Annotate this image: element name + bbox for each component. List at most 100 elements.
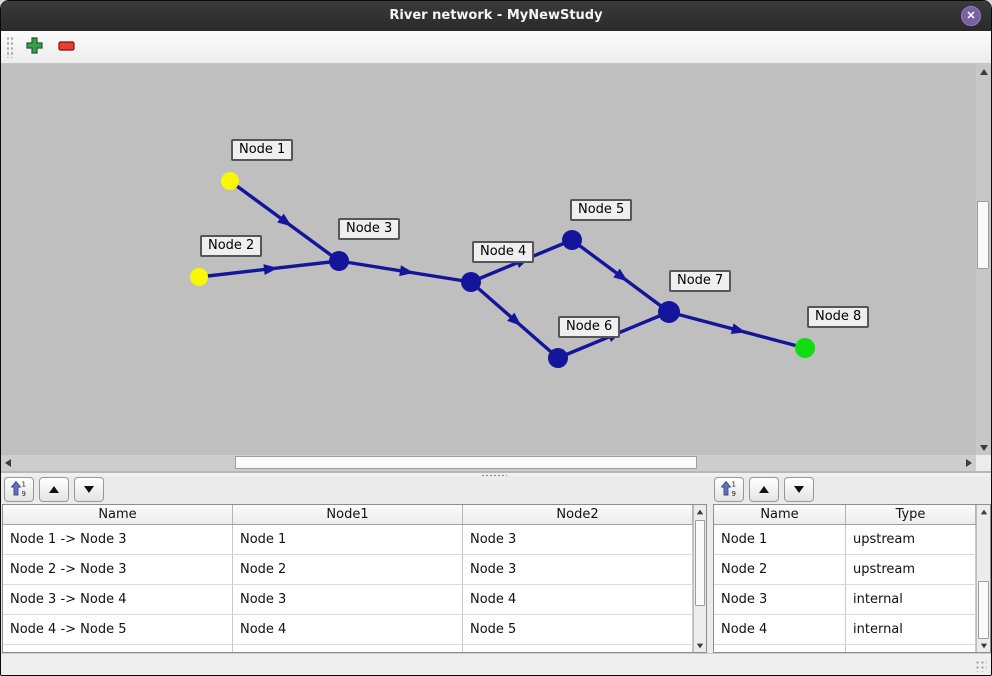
minus-icon bbox=[58, 40, 75, 55]
vertical-scroll-thumb[interactable] bbox=[977, 201, 989, 269]
table-cell bbox=[463, 645, 693, 653]
right-arrow-icon bbox=[966, 459, 972, 467]
canvas-horizontal-scrollbar[interactable] bbox=[1, 455, 976, 471]
scroll-down-icon[interactable] bbox=[977, 639, 990, 652]
column-header[interactable]: Type bbox=[846, 505, 976, 524]
table-row[interactable]: Node 3 -> Node 4Node 3Node 4 bbox=[3, 585, 693, 615]
add-node-button[interactable] bbox=[22, 35, 46, 59]
toolbar-grip-handle[interactable] bbox=[6, 36, 14, 58]
network-canvas[interactable]: Node 1Node 2Node 3Node 4Node 5Node 6Node… bbox=[1, 64, 976, 455]
down-arrow-icon bbox=[980, 643, 986, 648]
sort-button[interactable]: 1 9 bbox=[714, 477, 744, 502]
table-cell bbox=[233, 645, 463, 653]
nodes-table-header: NameType bbox=[714, 505, 976, 525]
toolbar bbox=[1, 31, 991, 64]
sort-ascending-icon: 1 9 bbox=[11, 480, 27, 500]
river-node[interactable] bbox=[221, 172, 239, 190]
river-node[interactable] bbox=[329, 251, 349, 271]
table-cell bbox=[714, 645, 846, 653]
svg-text:9: 9 bbox=[22, 490, 26, 497]
table-row[interactable] bbox=[3, 645, 693, 653]
flow-direction-arrow-icon bbox=[399, 265, 414, 276]
node-label: Node 6 bbox=[558, 316, 620, 338]
move-up-button[interactable] bbox=[39, 477, 69, 502]
river-node[interactable] bbox=[658, 301, 680, 323]
table-row[interactable]: Node 1upstream bbox=[714, 525, 976, 555]
scroll-down-icon[interactable] bbox=[694, 639, 706, 652]
up-arrow-icon bbox=[980, 509, 986, 514]
table-row[interactable]: Node 4internal bbox=[714, 615, 976, 645]
node-label: Node 7 bbox=[669, 270, 731, 292]
up-triangle-icon bbox=[759, 486, 769, 493]
table-row[interactable]: Node 3internal bbox=[714, 585, 976, 615]
scroll-up-icon[interactable] bbox=[694, 505, 706, 518]
table-cell: Node 3 bbox=[463, 555, 693, 584]
links-table-body: Node 1 -> Node 3Node 1Node 3Node 2 -> No… bbox=[3, 525, 693, 653]
river-node[interactable] bbox=[548, 348, 568, 368]
column-header[interactable]: Node1 bbox=[233, 505, 463, 524]
scroll-thumb[interactable] bbox=[978, 581, 989, 639]
node-label: Node 4 bbox=[472, 241, 534, 263]
table-cell: Node 5 bbox=[463, 615, 693, 644]
node-label: Node 8 bbox=[807, 306, 869, 328]
river-node[interactable] bbox=[795, 338, 815, 358]
column-header[interactable]: Name bbox=[714, 505, 846, 524]
up-triangle-icon bbox=[49, 486, 59, 493]
table-cell: Node 4 bbox=[714, 615, 846, 644]
up-arrow-icon bbox=[697, 509, 703, 514]
links-table-scrollbar[interactable] bbox=[693, 505, 706, 652]
table-cell: Node 3 -> Node 4 bbox=[3, 585, 233, 614]
node-label: Node 5 bbox=[570, 199, 632, 221]
resize-grip-icon[interactable] bbox=[975, 660, 987, 672]
scroll-right-icon[interactable] bbox=[962, 455, 976, 471]
table-cell: Node 3 bbox=[714, 585, 846, 614]
scroll-thumb[interactable] bbox=[695, 520, 705, 606]
column-header[interactable]: Node2 bbox=[463, 505, 693, 524]
move-down-button[interactable] bbox=[74, 477, 104, 502]
close-icon[interactable]: ✕ bbox=[961, 6, 981, 26]
nodes-table-scrollbar[interactable] bbox=[976, 505, 990, 652]
table-cell: Node 1 bbox=[714, 525, 846, 554]
canvas-vertical-scrollbar[interactable] bbox=[976, 64, 991, 455]
river-node[interactable] bbox=[190, 268, 208, 286]
window-title: River network - MyNewStudy bbox=[1, 1, 991, 31]
down-triangle-icon bbox=[794, 486, 804, 493]
scroll-left-icon[interactable] bbox=[1, 455, 15, 471]
table-row[interactable]: Node 2 -> Node 3Node 2Node 3 bbox=[3, 555, 693, 585]
table-row[interactable]: Node 4 -> Node 5Node 4Node 5 bbox=[3, 615, 693, 645]
table-cell: Node 4 bbox=[233, 615, 463, 644]
node-label: Node 1 bbox=[231, 139, 293, 161]
move-up-button[interactable] bbox=[749, 477, 779, 502]
scroll-down-icon[interactable] bbox=[976, 440, 991, 455]
bottom-panel: 1 9 1 9 N bbox=[1, 476, 991, 653]
table-cell bbox=[846, 645, 976, 653]
up-arrow-icon bbox=[980, 69, 988, 75]
river-node[interactable] bbox=[562, 230, 582, 250]
nodes-table: NameType Node 1upstreamNode 2upstreamNod… bbox=[713, 504, 991, 653]
table-cell: Node 2 -> Node 3 bbox=[3, 555, 233, 584]
table-row[interactable]: Node 2upstream bbox=[714, 555, 976, 585]
links-table-header: NameNode1Node2 bbox=[3, 505, 693, 525]
remove-node-button[interactable] bbox=[54, 35, 78, 59]
svg-text:1: 1 bbox=[732, 480, 736, 488]
table-cell: upstream bbox=[846, 555, 976, 584]
scroll-up-icon[interactable] bbox=[976, 64, 991, 79]
river-node[interactable] bbox=[461, 272, 481, 292]
sort-button[interactable]: 1 9 bbox=[4, 477, 34, 502]
scroll-up-icon[interactable] bbox=[977, 505, 990, 518]
sort-ascending-icon: 1 9 bbox=[721, 480, 737, 500]
move-down-button[interactable] bbox=[784, 477, 814, 502]
links-table-toolbar: 1 9 bbox=[4, 477, 104, 502]
app-window: River network - MyNewStudy ✕ Node 1Node … bbox=[0, 0, 992, 676]
node-label: Node 3 bbox=[338, 218, 400, 240]
table-row[interactable] bbox=[714, 645, 976, 653]
table-cell: Node 3 bbox=[233, 585, 463, 614]
table-cell bbox=[3, 645, 233, 653]
table-row[interactable]: Node 1 -> Node 3Node 1Node 3 bbox=[3, 525, 693, 555]
column-header[interactable]: Name bbox=[3, 505, 233, 524]
flow-direction-arrow-icon bbox=[731, 323, 746, 334]
horizontal-scroll-thumb[interactable] bbox=[235, 456, 697, 469]
table-cell: internal bbox=[846, 615, 976, 644]
table-cell: Node 2 bbox=[714, 555, 846, 584]
down-arrow-icon bbox=[980, 445, 988, 451]
